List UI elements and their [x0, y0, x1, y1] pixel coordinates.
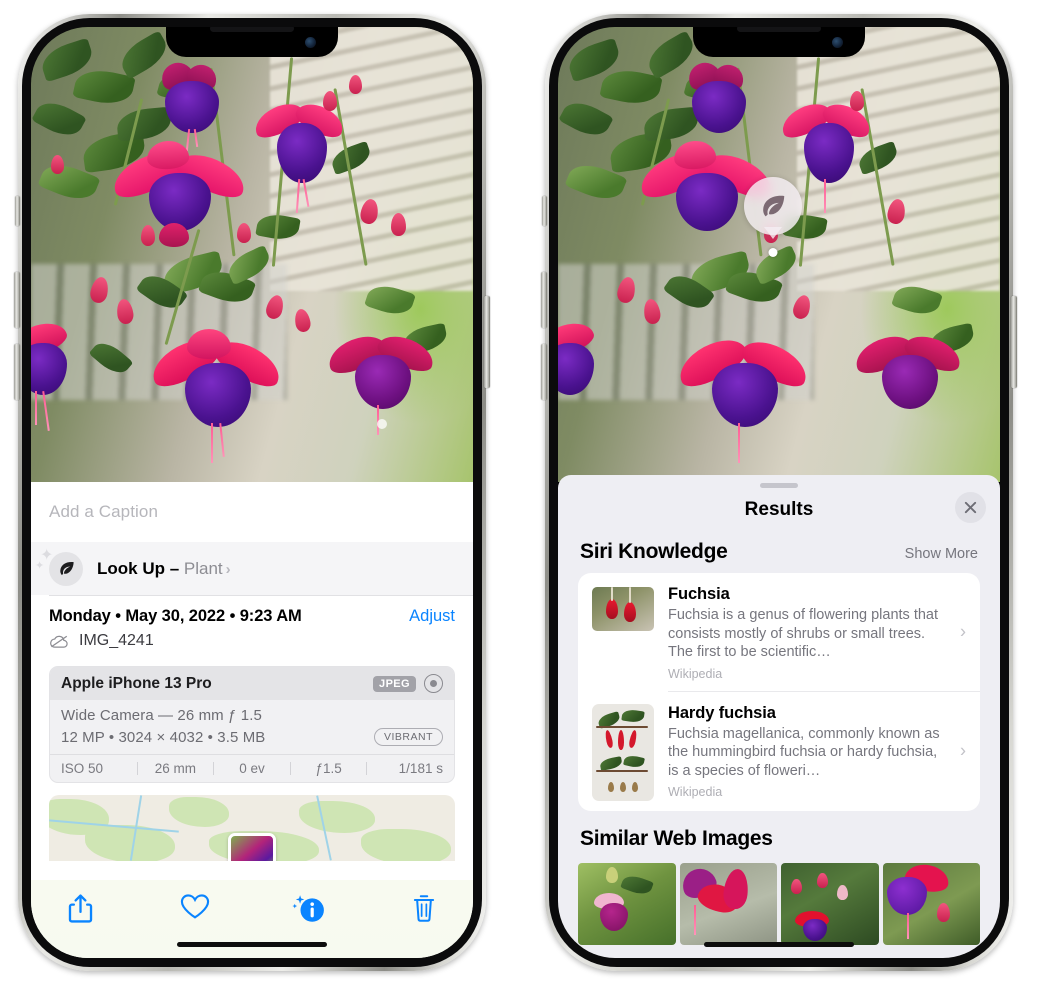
look-up-bold-text: Look Up – — [97, 558, 180, 578]
caption-field-row[interactable]: Add a Caption — [31, 482, 473, 542]
knowledge-card-list: Fuchsia Fuchsia is a genus of flowering … — [578, 573, 980, 811]
web-image-4[interactable] — [882, 862, 980, 945]
knowledge-thumbnail — [592, 587, 654, 631]
pin-tail — [764, 227, 782, 239]
earpiece-speaker — [210, 27, 294, 32]
front-camera — [305, 37, 316, 48]
knowledge-description: Fuchsia is a genus of flowering plants t… — [668, 607, 939, 661]
photo-filename: IMG_4241 — [79, 632, 154, 649]
mute-switch[interactable] — [15, 196, 20, 226]
share-button[interactable] — [57, 893, 103, 924]
side-power-button[interactable] — [484, 296, 490, 388]
knowledge-title: Fuchsia — [668, 585, 730, 603]
section-title-similar-web-images: Similar Web Images — [580, 826, 773, 850]
screen-right: Results Siri Knowledge Show More Fuchsia… — [558, 27, 1000, 958]
photo-location-thumbnail — [228, 833, 276, 861]
web-image-2[interactable] — [679, 862, 777, 945]
visual-look-up-pin[interactable] — [744, 177, 802, 257]
info-button[interactable] — [286, 893, 332, 924]
exif-card[interactable]: Apple iPhone 13 Pro JPEG Wide Camera — 2… — [49, 666, 455, 783]
similar-web-images-strip[interactable] — [558, 862, 1000, 945]
favorite-button[interactable] — [172, 893, 218, 920]
list-item[interactable]: Hardy fuchsia Fuchsia magellanica, commo… — [578, 692, 980, 811]
screen-left: Add a Caption ✦ ✦ Look Up – Plant › Mond… — [31, 27, 473, 958]
look-up-label: Look Up – Plant › — [97, 559, 231, 579]
similar-web-images-header: Similar Web Images — [558, 811, 1000, 859]
iphone-device-left: Add a Caption ✦ ✦ Look Up – Plant › Mond… — [14, 14, 490, 971]
exif-exposure: 0 ev — [239, 761, 265, 776]
exif-iso: ISO 50 — [61, 761, 104, 776]
mute-switch[interactable] — [542, 196, 547, 226]
knowledge-title: Hardy fuchsia — [668, 703, 776, 722]
knowledge-description: Fuchsia magellanica, commonly known as t… — [668, 725, 940, 779]
sparkle-small-icon: ✦ — [35, 559, 45, 572]
knowledge-source: Wikipedia — [668, 785, 723, 800]
list-item[interactable]: Fuchsia Fuchsia is a genus of flowering … — [578, 573, 980, 691]
display-notch — [693, 27, 865, 57]
adjust-date-button[interactable]: Adjust — [409, 607, 455, 626]
home-indicator[interactable] — [704, 942, 854, 947]
side-power-button[interactable] — [1011, 296, 1017, 388]
knowledge-thumbnail — [592, 703, 654, 801]
knowledge-source: Wikipedia — [668, 666, 723, 681]
resolution-info: 12 MP • 3024 × 4032 • 3.5 MB — [61, 728, 266, 746]
volume-up-button[interactable] — [541, 272, 547, 328]
exif-shutter: 1/181 s — [398, 761, 443, 776]
aperture-icon — [424, 674, 443, 693]
front-camera — [832, 37, 843, 48]
photographic-style-badge: VIBRANT — [373, 728, 443, 746]
section-title-siri-knowledge: Siri Knowledge — [580, 540, 728, 563]
results-title: Results — [744, 499, 814, 520]
leaf-icon: ✦ ✦ — [35, 547, 83, 586]
caption-input[interactable]: Add a Caption — [49, 502, 158, 522]
home-indicator[interactable] — [177, 942, 327, 947]
look-up-subject: Plant — [183, 558, 223, 578]
pin-anchor-dot — [768, 248, 778, 257]
web-image-1[interactable] — [578, 862, 676, 945]
screenshot-stage: Add a Caption ✦ ✦ Look Up – Plant › Mond… — [0, 0, 1055, 985]
icloud-slash-icon — [50, 635, 68, 648]
chevron-right-icon: › — [960, 740, 966, 761]
exif-aperture: ƒ1.5 — [315, 761, 342, 776]
lens-info: Wide Camera — 26 mm ƒ 1.5 — [61, 707, 262, 724]
location-map[interactable] — [49, 795, 455, 861]
iphone-device-right: Results Siri Knowledge Show More Fuchsia… — [541, 14, 1017, 971]
delete-button[interactable] — [401, 893, 447, 923]
photo-detail-sheet: Add a Caption ✦ ✦ Look Up – Plant › Mond… — [31, 482, 473, 958]
exif-focal: 26 mm — [154, 761, 197, 776]
chevron-right-icon: › — [960, 621, 966, 642]
web-image-3[interactable] — [781, 862, 879, 945]
display-notch — [166, 27, 338, 57]
photo-metadata: Monday • May 30, 2022 • 9:23 AM Adjust I… — [31, 596, 473, 660]
earpiece-speaker — [737, 27, 821, 32]
volume-down-button[interactable] — [541, 344, 547, 400]
results-sheet: Results Siri Knowledge Show More Fuchsia… — [558, 475, 1000, 958]
chevron-right-icon: › — [225, 560, 231, 578]
file-format-badge: JPEG — [373, 675, 416, 692]
look-up-row[interactable]: ✦ ✦ Look Up – Plant › — [31, 542, 473, 595]
volume-down-button[interactable] — [14, 344, 20, 400]
show-more-button[interactable]: Show More — [905, 546, 978, 562]
close-icon[interactable] — [955, 492, 986, 523]
volume-up-button[interactable] — [14, 272, 20, 328]
photo-viewer[interactable] — [31, 27, 473, 482]
capture-date: Monday • May 30, 2022 • 9:23 AM — [49, 607, 302, 625]
camera-device-name: Apple iPhone 13 Pro — [61, 674, 212, 692]
photo-viewer[interactable] — [558, 27, 1000, 482]
exif-stats-row: ISO 50 26 mm 0 ev ƒ1.5 1/181 s — [50, 754, 454, 782]
siri-knowledge-header: Siri Knowledge Show More — [558, 532, 1000, 573]
